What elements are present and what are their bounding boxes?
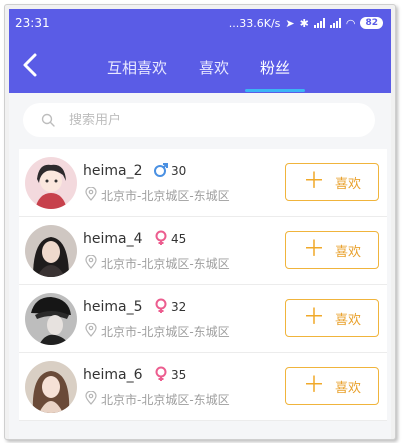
avatar-image [25, 225, 77, 277]
avatar-image [25, 293, 77, 345]
signal-icon [313, 18, 325, 28]
list-item[interactable]: heima_2 30 北京市-北京城区-东城区 ＋ 喜欢 [19, 149, 387, 217]
user-location: 北京市-北京城区-东城区 [101, 325, 230, 339]
user-location: 北京市-北京城区-东城区 [101, 189, 230, 203]
bluetooth-icon: ✱ [299, 16, 309, 30]
user-name: heima_2 [83, 163, 143, 179]
battery-icon: 82 [360, 17, 383, 29]
avatar[interactable] [25, 361, 77, 413]
like-button[interactable]: ＋ 喜欢 [285, 231, 379, 269]
like-button[interactable]: ＋ 喜欢 [285, 299, 379, 337]
user-age: 35 [171, 368, 187, 382]
user-location: 北京市-北京城区-东城区 [101, 257, 230, 271]
back-button[interactable] [19, 51, 43, 79]
location-pin-icon [85, 323, 97, 337]
list-item[interactable]: heima_6 35 北京市-北京城区-东城区 ＋ 喜欢 [19, 353, 387, 421]
network-speed: ...33.6K/s [228, 16, 281, 30]
avatar-image [25, 361, 77, 413]
like-button-label: 喜欢 [335, 312, 362, 328]
search-icon [41, 113, 55, 127]
female-icon [155, 298, 167, 313]
tab-mutual-like[interactable]: 互相喜欢 [107, 57, 167, 78]
search-input[interactable] [69, 112, 329, 128]
plus-icon: ＋ [302, 169, 325, 194]
wifi-icon: ◠ [345, 16, 356, 30]
status-bar: 23:31 ...33.6K/s ➤ ✱ ◠ 82 [9, 9, 391, 37]
user-age: 45 [171, 232, 187, 246]
plus-icon: ＋ [302, 237, 325, 262]
user-name: heima_4 [83, 231, 143, 247]
avatar-image [25, 157, 77, 209]
avatar[interactable] [25, 225, 77, 277]
fans-list: heima_2 30 北京市-北京城区-东城区 ＋ 喜欢 heima_4 45 … [19, 149, 387, 421]
active-tab-indicator [245, 89, 305, 92]
female-icon [155, 230, 167, 245]
like-button-label: 喜欢 [335, 380, 362, 396]
tab-fans[interactable]: 粉丝 [260, 57, 290, 78]
location-pin-icon [85, 255, 97, 269]
signal-2-icon [329, 18, 341, 28]
search-area [9, 93, 391, 149]
like-button-label: 喜欢 [335, 176, 362, 192]
user-age: 32 [171, 300, 187, 314]
male-icon [154, 163, 168, 177]
list-item[interactable]: heima_4 45 北京市-北京城区-东城区 ＋ 喜欢 [19, 217, 387, 285]
plus-icon: ＋ [302, 305, 325, 330]
search-bar[interactable] [23, 103, 375, 137]
list-item[interactable]: heima_5 32 北京市-北京城区-东城区 ＋ 喜欢 [19, 285, 387, 353]
avatar[interactable] [25, 157, 77, 209]
top-nav: 互相喜欢 喜欢 粉丝 [9, 37, 391, 93]
like-button-label: 喜欢 [335, 244, 362, 260]
window-frame: 23:31 ...33.6K/s ➤ ✱ ◠ 82 互相喜欢 喜欢 粉丝 搜索用… [4, 4, 396, 440]
location-pin-icon [85, 391, 97, 405]
status-indicators: ...33.6K/s ➤ ✱ ◠ 82 [229, 17, 383, 30]
location-pin-icon [85, 187, 97, 201]
tab-like[interactable]: 喜欢 [199, 57, 229, 78]
user-age: 30 [171, 164, 187, 178]
like-button[interactable]: ＋ 喜欢 [285, 367, 379, 405]
user-name: heima_6 [83, 367, 143, 383]
female-icon [155, 366, 167, 381]
location-arrow-icon: ➤ [285, 16, 295, 30]
phone-screen: 23:31 ...33.6K/s ➤ ✱ ◠ 82 互相喜欢 喜欢 粉丝 搜索用… [9, 9, 391, 439]
chevron-left-icon [23, 53, 37, 77]
plus-icon: ＋ [302, 373, 325, 398]
status-time: 23:31 [15, 16, 50, 30]
user-location: 北京市-北京城区-东城区 [101, 393, 230, 407]
like-button[interactable]: ＋ 喜欢 [285, 163, 379, 201]
avatar[interactable] [25, 293, 77, 345]
user-name: heima_5 [83, 299, 143, 315]
